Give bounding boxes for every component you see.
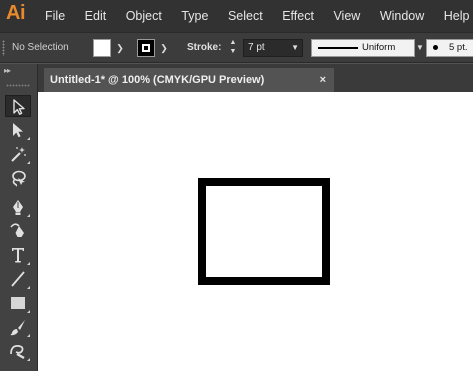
shaper-icon — [10, 345, 25, 360]
stroke-dropdown-chevron-icon[interactable]: ❯ — [158, 39, 170, 57]
paintbrush-icon — [10, 320, 25, 336]
tool-group-corner-icon — [27, 262, 30, 265]
control-bar: No Selection ❯ ❯ Stroke: ▲ ▼ 7 pt ▼ Unif… — [0, 32, 473, 63]
direct-selection-tool[interactable] — [5, 119, 31, 141]
close-icon[interactable]: × — [320, 68, 326, 92]
profile-label: Uniform — [362, 42, 396, 53]
type-icon — [12, 248, 24, 263]
menu-help[interactable]: Help — [444, 9, 470, 23]
rectangle-shape[interactable] — [198, 178, 330, 285]
app-logo: Ai — [6, 2, 26, 24]
tool-group-corner-icon — [27, 161, 30, 164]
stroke-label[interactable]: Stroke: — [187, 42, 221, 53]
variable-width-profile-dropdown[interactable]: Uniform — [311, 39, 415, 57]
document-tab-title: Untitled-1* @ 100% (CMYK/GPU Preview) — [50, 74, 265, 86]
brush-label: 5 pt. — [449, 42, 468, 53]
menu-effect[interactable]: Effect — [282, 9, 314, 23]
stroke-weight-value: 7 pt — [248, 42, 265, 53]
stroke-swatch-inner-icon — [142, 44, 150, 52]
tool-group-corner-icon — [27, 137, 30, 140]
menu-bar: Ai File Edit Object Type Select Effect V… — [0, 0, 473, 32]
type-tool[interactable] — [5, 244, 31, 266]
stroke-weight-dropdown-icon[interactable]: ▼ — [291, 40, 299, 56]
tools-collapse-icon[interactable]: ▸▸ — [4, 66, 11, 75]
curvature-tool[interactable] — [5, 219, 31, 241]
fill-dropdown-chevron-icon[interactable]: ❯ — [114, 39, 126, 57]
rectangle-icon — [11, 297, 25, 309]
menu-select[interactable]: Select — [228, 9, 263, 23]
menu-items: File Edit Object Type Select Effect View… — [45, 0, 473, 32]
rectangle-tool[interactable] — [5, 292, 31, 314]
line-segment-tool[interactable] — [5, 268, 31, 290]
direct-selection-arrow-icon — [13, 123, 23, 138]
fill-color-swatch[interactable] — [93, 39, 111, 57]
control-bar-grip[interactable] — [2, 40, 5, 56]
document-tab-strip: Untitled-1* @ 100% (CMYK/GPU Preview) × — [38, 64, 473, 92]
stepper-down-icon[interactable]: ▼ — [226, 47, 240, 56]
tool-group-corner-icon — [27, 358, 30, 361]
stroke-weight-field[interactable]: 7 pt ▼ — [243, 39, 303, 57]
menu-view[interactable]: View — [333, 9, 360, 23]
curvature-pen-icon — [10, 223, 24, 237]
stepper-up-icon[interactable]: ▲ — [226, 38, 240, 47]
menu-window[interactable]: Window — [380, 9, 424, 23]
magic-wand-tool[interactable] — [5, 143, 31, 165]
profile-dropdown-chevron-icon[interactable]: ▼ — [416, 39, 424, 57]
stroke-color-swatch[interactable] — [137, 39, 155, 57]
brush-definition-dropdown[interactable]: 5 pt. — [426, 39, 473, 57]
tools-panel-grip[interactable] — [6, 84, 30, 87]
lasso-tool[interactable] — [5, 167, 31, 189]
tool-group-corner-icon — [27, 286, 30, 289]
brush-dot-icon — [433, 45, 438, 50]
menu-edit[interactable]: Edit — [85, 9, 107, 23]
selection-arrow-icon — [13, 99, 25, 115]
tool-group-corner-icon — [27, 214, 30, 217]
tool-group-corner-icon — [27, 310, 30, 313]
profile-line-preview-icon — [318, 47, 358, 49]
menu-file[interactable]: File — [45, 9, 65, 23]
tools-panel: ▸▸ — [0, 64, 38, 371]
menu-type[interactable]: Type — [181, 9, 208, 23]
pen-tool[interactable] — [5, 196, 31, 218]
line-segment-icon — [11, 271, 25, 287]
artboard-canvas[interactable] — [38, 92, 473, 371]
selection-status: No Selection — [12, 42, 69, 53]
menu-object[interactable]: Object — [126, 9, 162, 23]
illustrator-window: Ai File Edit Object Type Select Effect V… — [0, 0, 473, 371]
pen-icon — [13, 200, 23, 215]
paintbrush-tool[interactable] — [5, 316, 31, 338]
shaper-tool[interactable] — [5, 340, 31, 362]
document-tab[interactable]: Untitled-1* @ 100% (CMYK/GPU Preview) × — [44, 68, 334, 92]
selection-tool[interactable] — [5, 95, 31, 117]
magic-wand-icon — [11, 147, 26, 162]
stroke-weight-stepper[interactable]: ▲ ▼ — [226, 38, 240, 58]
tool-group-corner-icon — [27, 334, 30, 337]
lasso-icon — [12, 170, 26, 187]
